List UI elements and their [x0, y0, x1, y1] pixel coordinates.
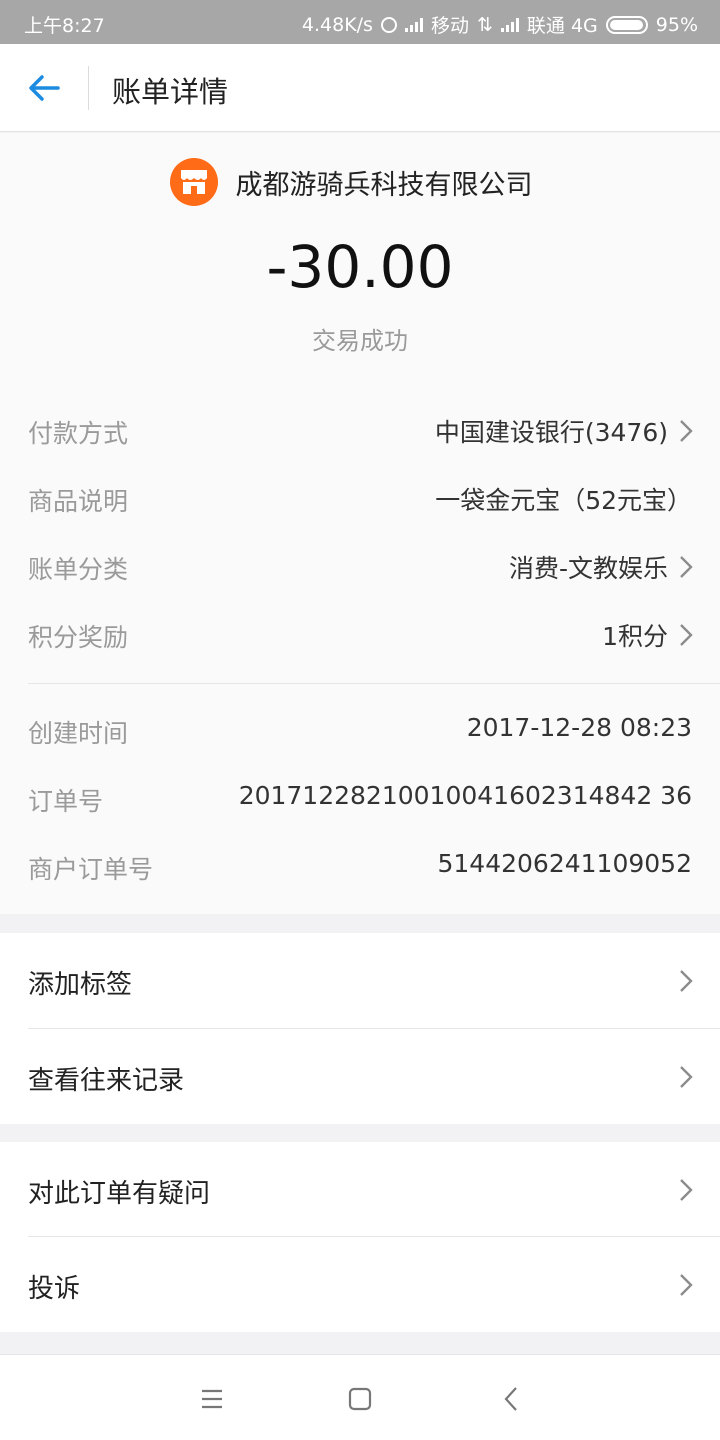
- complain-item[interactable]: 投诉: [0, 1237, 720, 1332]
- status-indicators: 4.48K/s 移动 ⇅ 联通 4G 95%: [302, 11, 698, 38]
- arrow-left-icon: [29, 75, 60, 101]
- alarm-icon: [380, 16, 397, 33]
- menu-button[interactable]: [196, 1383, 228, 1415]
- points-label: 积分奖励: [28, 623, 129, 652]
- transaction-details: 付款方式 中国建设银行(3476) 商品说明 一袋金元宝（52元宝） 账单分类 …: [0, 381, 720, 914]
- status-time: 上午8:27: [24, 15, 105, 37]
- back-chevron-icon: [504, 1387, 517, 1411]
- merchant-order-no-row: 商户订单号 5144206241109052: [0, 833, 720, 901]
- product-desc-value: 一袋金元宝（52元宝）: [435, 486, 692, 515]
- chevron-right-icon: [680, 624, 693, 646]
- store-icon: [169, 158, 218, 206]
- chevron-right-icon: [680, 420, 693, 442]
- details-divider: [28, 683, 720, 684]
- app-header: 账单详情: [0, 44, 720, 132]
- carrier-1: 移动: [430, 15, 469, 37]
- net-speed: 4.48K/s: [301, 13, 373, 36]
- menu-icon: [202, 1389, 222, 1409]
- category-value: 消费-文教娱乐: [508, 554, 668, 583]
- chevron-right-icon: [680, 556, 693, 578]
- payment-method-row[interactable]: 付款方式 中国建设银行(3476): [0, 397, 720, 465]
- order-no-value: 20171228210010041602314842 36: [238, 781, 692, 810]
- order-question-item[interactable]: 对此订单有疑问: [0, 1142, 720, 1237]
- category-row[interactable]: 账单分类 消费-文教娱乐: [0, 533, 720, 601]
- payment-method-value: 中国建设银行(3476): [434, 418, 668, 447]
- order-no-label: 订单号: [28, 787, 104, 816]
- merchant-name: 成都游骑兵科技有限公司: [235, 169, 533, 201]
- home-icon: [348, 1387, 372, 1411]
- battery-level: 95%: [655, 13, 698, 36]
- payment-method-label: 付款方式: [28, 419, 129, 448]
- system-nav-bar: [0, 1354, 720, 1440]
- chevron-right-icon: [680, 1274, 693, 1296]
- action-group-1: 添加标签 查看往来记录: [0, 933, 720, 1124]
- created-time-value: 2017-12-28 08:23: [466, 713, 692, 742]
- merchant-order-no-value: 5144206241109052: [437, 849, 693, 878]
- data-transfer-icon: ⇅: [476, 13, 493, 36]
- signal-icon-2: [500, 17, 519, 32]
- carrier-2: 联通 4G: [526, 15, 598, 37]
- header-divider: [88, 66, 89, 110]
- add-tag-label: 添加标签: [28, 970, 133, 1000]
- status-bar: 上午8:27 4.48K/s 移动 ⇅ 联通 4G 95%: [0, 0, 720, 44]
- transaction-summary: 成都游骑兵科技有限公司 -30.00 交易成功: [0, 133, 720, 381]
- battery-icon: [605, 15, 648, 34]
- created-time-label: 创建时间: [28, 719, 129, 748]
- page-title: 账单详情: [112, 75, 229, 109]
- product-desc-label: 商品说明: [28, 487, 129, 516]
- back-button[interactable]: [22, 66, 66, 110]
- bill-detail-screen: 上午8:27 4.48K/s 移动 ⇅ 联通 4G 95% 账单详情 成都游骑兵…: [0, 0, 720, 1440]
- chevron-right-icon: [680, 1066, 693, 1088]
- signal-icon: [404, 17, 423, 32]
- nav-back-button[interactable]: [496, 1383, 528, 1415]
- complain-label: 投诉: [28, 1274, 81, 1304]
- add-tag-item[interactable]: 添加标签: [0, 933, 720, 1028]
- action-group-2: 对此订单有疑问 投诉: [0, 1142, 720, 1332]
- points-value: 1积分: [602, 622, 668, 651]
- points-row[interactable]: 积分奖励 1积分: [0, 601, 720, 669]
- chevron-right-icon: [680, 970, 693, 992]
- chevron-right-icon: [680, 1179, 693, 1201]
- view-records-item[interactable]: 查看往来记录: [0, 1029, 720, 1124]
- merchant-order-no-label: 商户订单号: [28, 855, 154, 884]
- product-desc-row: 商品说明 一袋金元宝（52元宝）: [0, 465, 720, 533]
- transaction-status: 交易成功: [312, 327, 408, 355]
- home-button[interactable]: [344, 1383, 376, 1415]
- merchant: 成都游骑兵科技有限公司: [0, 158, 720, 206]
- view-records-label: 查看往来记录: [28, 1066, 185, 1096]
- transaction-amount: -30.00: [266, 233, 454, 301]
- category-label: 账单分类: [28, 555, 129, 584]
- order-no-row: 订单号 20171228210010041602314842 36: [0, 765, 720, 833]
- order-question-label: 对此订单有疑问: [28, 1179, 211, 1209]
- created-time-row: 创建时间 2017-12-28 08:23: [0, 697, 720, 765]
